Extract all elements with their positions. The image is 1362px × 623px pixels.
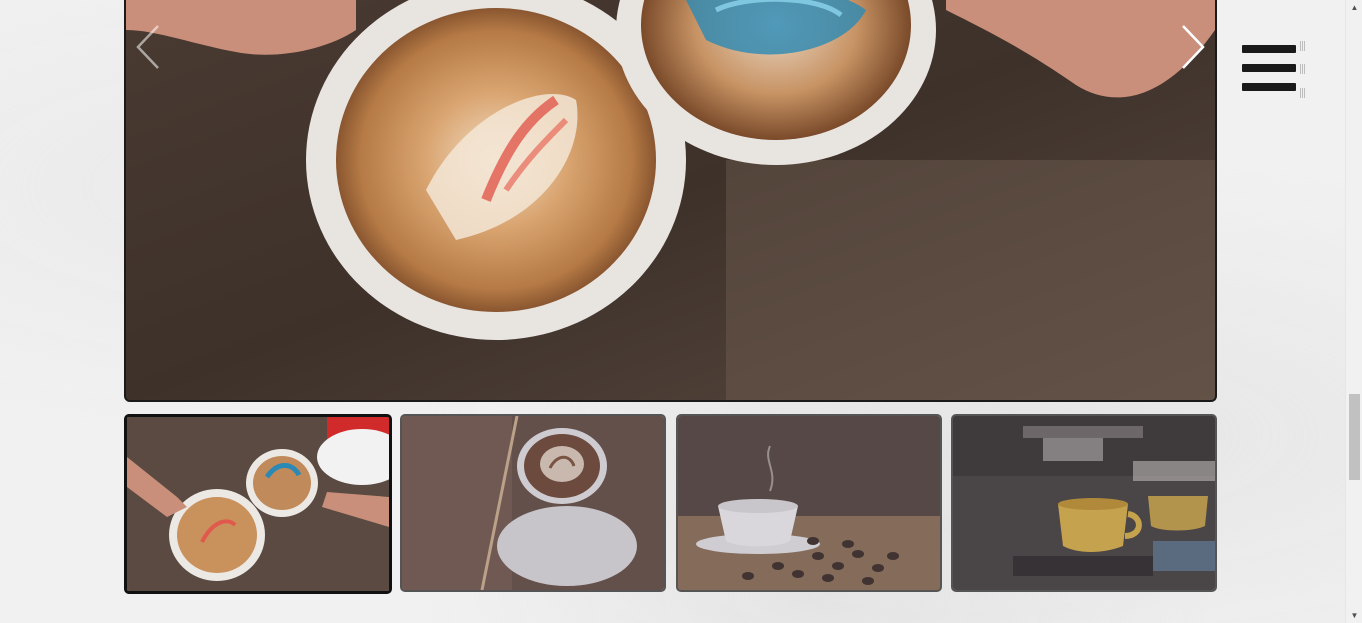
hamburger-menu-icon xyxy=(1242,64,1296,72)
hamburger-menu-icon xyxy=(1242,45,1296,53)
main-slide xyxy=(124,0,1217,402)
scroll-up-icon[interactable]: ▲ xyxy=(1346,0,1362,15)
espresso-machine-thumbnail xyxy=(953,416,1215,590)
chevron-right-icon xyxy=(1182,25,1205,69)
page-scrollbar[interactable]: ▲ ▼ xyxy=(1345,0,1362,623)
hamburger-menu-icon xyxy=(1242,83,1296,91)
latte-art-photo xyxy=(126,0,1215,400)
chevron-left-icon xyxy=(136,25,159,69)
next-slide-button[interactable] xyxy=(1178,22,1208,72)
white-cup-coffee-beans-thumbnail xyxy=(678,416,940,590)
thumbnail-2[interactable] xyxy=(400,414,666,592)
two-latte-cups-thumbnail xyxy=(127,417,389,591)
thumbnail-3[interactable] xyxy=(676,414,942,592)
menu-tick-mark xyxy=(1300,41,1306,51)
cappuccino-cup-thumbnail xyxy=(402,416,664,590)
thumbnail-1[interactable] xyxy=(124,414,392,594)
scroll-down-icon[interactable]: ▼ xyxy=(1346,608,1362,623)
menu-tick-mark xyxy=(1300,88,1306,98)
scrollbar-thumb[interactable] xyxy=(1349,394,1360,480)
previous-slide-button[interactable] xyxy=(133,22,163,72)
menu-tick-mark xyxy=(1300,64,1306,74)
thumbnail-4[interactable] xyxy=(951,414,1217,592)
menu-button[interactable] xyxy=(1238,38,1310,100)
